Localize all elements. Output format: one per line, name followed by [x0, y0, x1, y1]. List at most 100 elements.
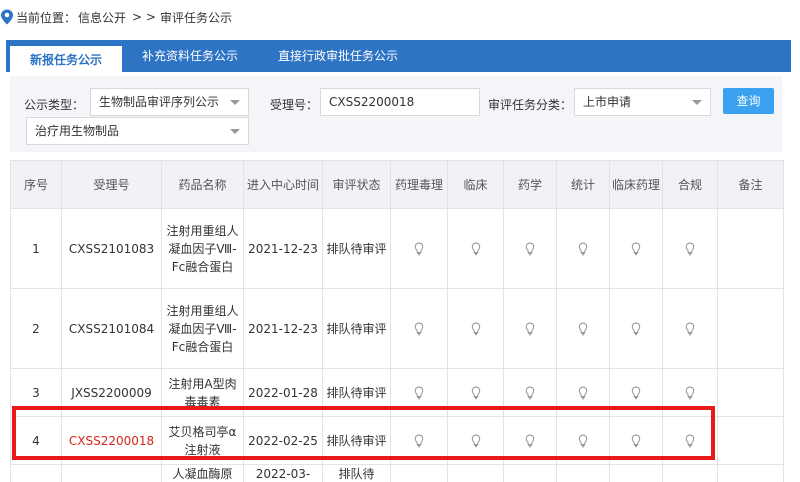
cell-accept-no[interactable]: CXSS2101083	[61, 208, 162, 289]
lightbulb-icon[interactable]	[685, 322, 695, 336]
cell-review-status: 排队待	[322, 464, 391, 482]
cell-entry-date: 2022-01-28	[243, 368, 323, 417]
cell-review-dept	[609, 368, 663, 417]
lightbulb-icon[interactable]	[525, 386, 535, 400]
breadcrumb-separator: > >	[132, 10, 156, 24]
breadcrumb-current: 审评任务公示	[159, 10, 232, 25]
cell-index: 4	[10, 416, 62, 465]
category-select[interactable]: 上市申请	[574, 88, 711, 116]
cell-review-dept	[609, 288, 663, 369]
lightbulb-icon[interactable]	[525, 434, 535, 448]
cell-review-dept	[503, 416, 557, 465]
cell-review-dept	[503, 464, 557, 482]
cell-review-dept	[609, 416, 663, 465]
col-header: 审评状态	[322, 160, 391, 209]
lightbulb-icon[interactable]	[631, 386, 641, 400]
sub-type-select[interactable]: 治疗用生物制品	[26, 117, 249, 145]
col-header: 统计	[556, 160, 610, 209]
lightbulb-icon[interactable]	[525, 322, 535, 336]
cell-entry-date: 2021-12-23	[243, 288, 323, 369]
col-header: 药学	[503, 160, 557, 209]
breadcrumb-link-info[interactable]: 信息公开	[78, 9, 126, 26]
cell-accept-no[interactable]: JXSS2200009	[61, 368, 162, 417]
cell-accept-no[interactable]: CXSS2200018	[61, 416, 162, 465]
cell-review-dept	[556, 368, 610, 417]
query-button[interactable]: 查询	[723, 88, 774, 114]
lightbulb-icon[interactable]	[685, 386, 695, 400]
col-header: 临床药理	[609, 160, 663, 209]
table-row: 2 CXSS2101084 注射用重组人凝血因子Ⅷ-Fc融合蛋白 2021-12-23…	[10, 288, 784, 369]
cell-review-dept	[390, 464, 448, 482]
cell-index: 3	[10, 368, 62, 417]
lightbulb-icon[interactable]	[578, 386, 588, 400]
cell-remark	[717, 416, 784, 465]
lightbulb-icon[interactable]	[414, 386, 424, 400]
cell-entry-date: 2022-03-	[243, 464, 323, 482]
lightbulb-icon[interactable]	[685, 434, 695, 448]
cell-accept-no[interactable]: CXSS2101084	[61, 288, 162, 369]
cell-review-dept	[662, 464, 718, 482]
tab-direct-approval-tasks[interactable]: 直接行政审批任务公示	[258, 40, 418, 72]
cell-remark	[717, 288, 784, 369]
lightbulb-icon[interactable]	[578, 242, 588, 256]
cell-remark	[717, 208, 784, 289]
cell-drug-name: 人凝血酶原	[161, 464, 244, 482]
location-pin-icon	[1, 9, 13, 25]
breadcrumb-prefix: 当前位置：	[16, 10, 77, 25]
lightbulb-icon[interactable]	[414, 434, 424, 448]
cell-review-dept	[609, 208, 663, 289]
cell-review-dept	[447, 416, 504, 465]
lightbulb-icon[interactable]	[631, 242, 641, 256]
lightbulb-icon[interactable]	[471, 242, 481, 256]
cell-review-dept	[447, 464, 504, 482]
cell-review-dept	[556, 288, 610, 369]
cell-review-dept	[503, 208, 557, 289]
col-header: 临床	[447, 160, 504, 209]
cell-review-dept	[390, 368, 448, 417]
cell-review-status: 排队待审评	[322, 208, 391, 289]
cell-review-dept	[662, 288, 718, 369]
cell-drug-name: 艾贝格司亭α注射液	[161, 416, 244, 465]
table-row: 1 CXSS2101083 注射用重组人凝血因子Ⅷ-Fc融合蛋白 2021-12-23…	[10, 208, 784, 289]
cell-drug-name: 注射用重组人凝血因子Ⅷ-Fc融合蛋白	[161, 288, 244, 369]
type-select-value: 生物制品审评序列公示	[99, 95, 220, 109]
cell-index: 2	[10, 288, 62, 369]
lightbulb-icon[interactable]	[578, 434, 588, 448]
cell-review-dept	[662, 368, 718, 417]
cell-remark	[717, 368, 784, 417]
cell-accept-no[interactable]	[61, 464, 162, 482]
lightbulb-icon[interactable]	[471, 434, 481, 448]
accept-no-label: 受理号：	[270, 98, 319, 112]
table-body: 1 CXSS2101083 注射用重组人凝血因子Ⅷ-Fc融合蛋白 2021-12-23…	[10, 208, 784, 482]
cell-review-dept	[447, 288, 504, 369]
cell-remark	[717, 464, 784, 482]
lightbulb-icon[interactable]	[414, 322, 424, 336]
cell-review-status: 排队待审评	[322, 416, 391, 465]
lightbulb-icon[interactable]	[631, 322, 641, 336]
cell-review-status: 排队待审评	[322, 368, 391, 417]
lightbulb-icon[interactable]	[631, 434, 641, 448]
table-row: 3 JXSS2200009 注射用A型肉毒毒素 2022-01-28 排队待审评	[10, 368, 784, 417]
category-select-value: 上市申请	[583, 95, 632, 109]
chevron-down-icon	[230, 129, 240, 134]
col-header: 进入中心时间	[243, 160, 323, 209]
lightbulb-icon[interactable]	[578, 322, 588, 336]
accept-no-input[interactable]: CXSS2200018	[320, 88, 480, 116]
category-label: 审评任务分类：	[488, 98, 573, 112]
col-header: 受理号	[61, 160, 162, 209]
table-row: 4 CXSS2200018 艾贝格司亭α注射液 2022-02-25 排队待审评	[10, 416, 784, 465]
lightbulb-icon[interactable]	[471, 386, 481, 400]
cell-review-dept	[556, 416, 610, 465]
table-row: 人凝血酶原 2022-03- 排队待	[10, 464, 784, 482]
chevron-down-icon	[692, 100, 702, 105]
cell-review-dept	[503, 288, 557, 369]
cell-review-dept	[390, 416, 448, 465]
lightbulb-icon[interactable]	[414, 242, 424, 256]
type-select[interactable]: 生物制品审评序列公示	[90, 88, 249, 116]
lightbulb-icon[interactable]	[471, 322, 481, 336]
lightbulb-icon[interactable]	[685, 242, 695, 256]
tab-new-tasks[interactable]: 新报任务公示	[10, 44, 123, 72]
lightbulb-icon[interactable]	[525, 242, 535, 256]
cell-review-dept	[556, 208, 610, 289]
tab-supplement-tasks[interactable]: 补充资料任务公示	[122, 40, 258, 72]
